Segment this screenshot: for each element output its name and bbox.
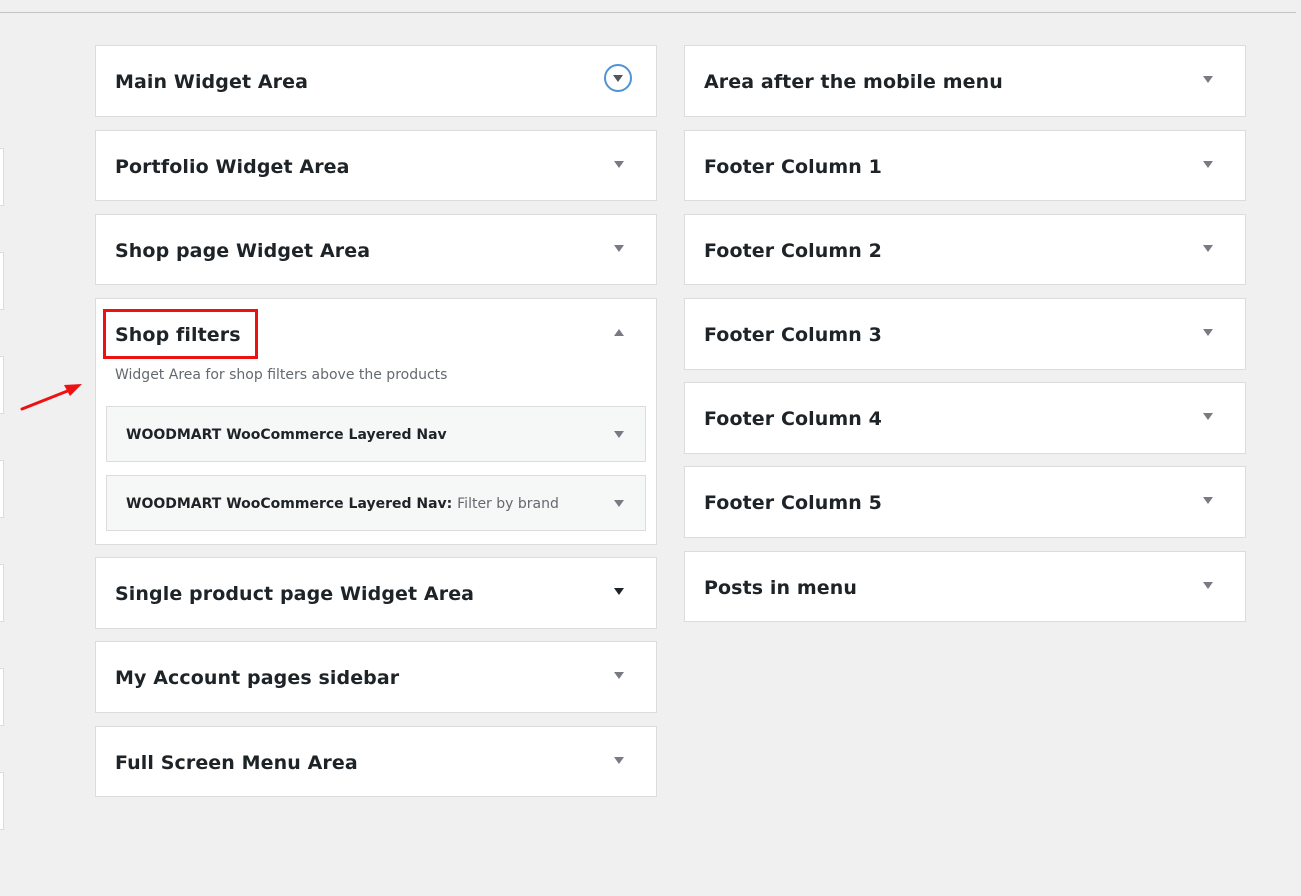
widget-area-after-mobile-menu[interactable]: Area after the mobile menu [684, 45, 1246, 117]
widget-area-footer-5[interactable]: Footer Column 5 [684, 466, 1246, 538]
widget-area-full-screen-menu[interactable]: Full Screen Menu Area [95, 726, 657, 797]
chevron-down-icon[interactable] [1198, 239, 1218, 259]
widget-area-title: Full Screen Menu Area [115, 752, 358, 774]
left-edge-stub [0, 148, 4, 206]
chevron-down-icon[interactable] [609, 239, 629, 259]
widget-area-title: Portfolio Widget Area [115, 156, 350, 178]
chevron-down-icon[interactable] [1198, 70, 1218, 90]
admin-top-rule [0, 0, 1296, 13]
chevron-down-icon[interactable] [609, 582, 629, 602]
widget-item[interactable]: WOODMART WooCommerce Layered Nav [106, 406, 646, 462]
widget-area-footer-2[interactable]: Footer Column 2 [684, 214, 1246, 285]
widget-area-footer-3[interactable]: Footer Column 3 [684, 298, 1246, 370]
chevron-down-icon[interactable] [609, 751, 629, 771]
left-edge-stub [0, 356, 4, 414]
annotation-highlight-box [103, 309, 258, 359]
chevron-down-icon[interactable] [1198, 491, 1218, 511]
widget-area-footer-1[interactable]: Footer Column 1 [684, 130, 1246, 201]
widget-area-title: Footer Column 4 [704, 408, 882, 430]
widget-area-portfolio[interactable]: Portfolio Widget Area [95, 130, 657, 201]
widget-area-title: Single product page Widget Area [115, 583, 475, 605]
widget-area-shop-page[interactable]: Shop page Widget Area [95, 214, 657, 285]
widget-area-main[interactable]: Main Widget Area [95, 45, 657, 117]
widget-area-my-account[interactable]: My Account pages sidebar [95, 641, 657, 713]
widget-area-description: Widget Area for shop filters above the p… [115, 367, 448, 383]
left-edge-stub [0, 668, 4, 726]
widget-area-single-product[interactable]: Single product page Widget Area [95, 557, 657, 629]
widget-area-title: Footer Column 2 [704, 240, 882, 262]
widget-area-title: Posts in menu [704, 577, 857, 599]
left-edge-stub [0, 772, 4, 830]
left-edge-stub [0, 252, 4, 310]
chevron-down-icon[interactable] [1198, 155, 1218, 175]
widget-subtitle: Filter by brand [457, 496, 559, 512]
widget-area-footer-4[interactable]: Footer Column 4 [684, 382, 1246, 454]
circle-chevron-down-icon[interactable] [604, 64, 632, 92]
chevron-down-icon[interactable] [1198, 407, 1218, 427]
widget-area-posts-in-menu[interactable]: Posts in menu [684, 551, 1246, 622]
widget-title: WOODMART WooCommerce Layered Nav [126, 427, 447, 443]
annotation-arrow-icon [20, 384, 82, 411]
chevron-up-icon[interactable] [609, 323, 629, 343]
widget-area-title: Shop page Widget Area [115, 240, 371, 262]
chevron-down-icon[interactable] [609, 494, 629, 514]
widget-item[interactable]: WOODMART WooCommerce Layered Nav: Filter… [106, 475, 646, 531]
left-edge-stub [0, 460, 4, 518]
widget-area-title: My Account pages sidebar [115, 667, 400, 689]
widget-area-title: Footer Column 1 [704, 156, 882, 178]
chevron-down-icon[interactable] [1198, 323, 1218, 343]
chevron-down-icon[interactable] [1198, 576, 1218, 596]
widget-area-title: Footer Column 3 [704, 324, 882, 346]
widget-title: WOODMART WooCommerce Layered Nav: Filter… [126, 496, 559, 512]
chevron-down-icon[interactable] [609, 425, 629, 445]
widget-area-title: Main Widget Area [115, 71, 309, 93]
chevron-down-icon[interactable] [609, 155, 629, 175]
widget-area-title: Footer Column 5 [704, 492, 882, 514]
widget-area-title: Area after the mobile menu [704, 71, 1003, 93]
left-edge-stub [0, 564, 4, 622]
chevron-down-icon[interactable] [609, 666, 629, 686]
